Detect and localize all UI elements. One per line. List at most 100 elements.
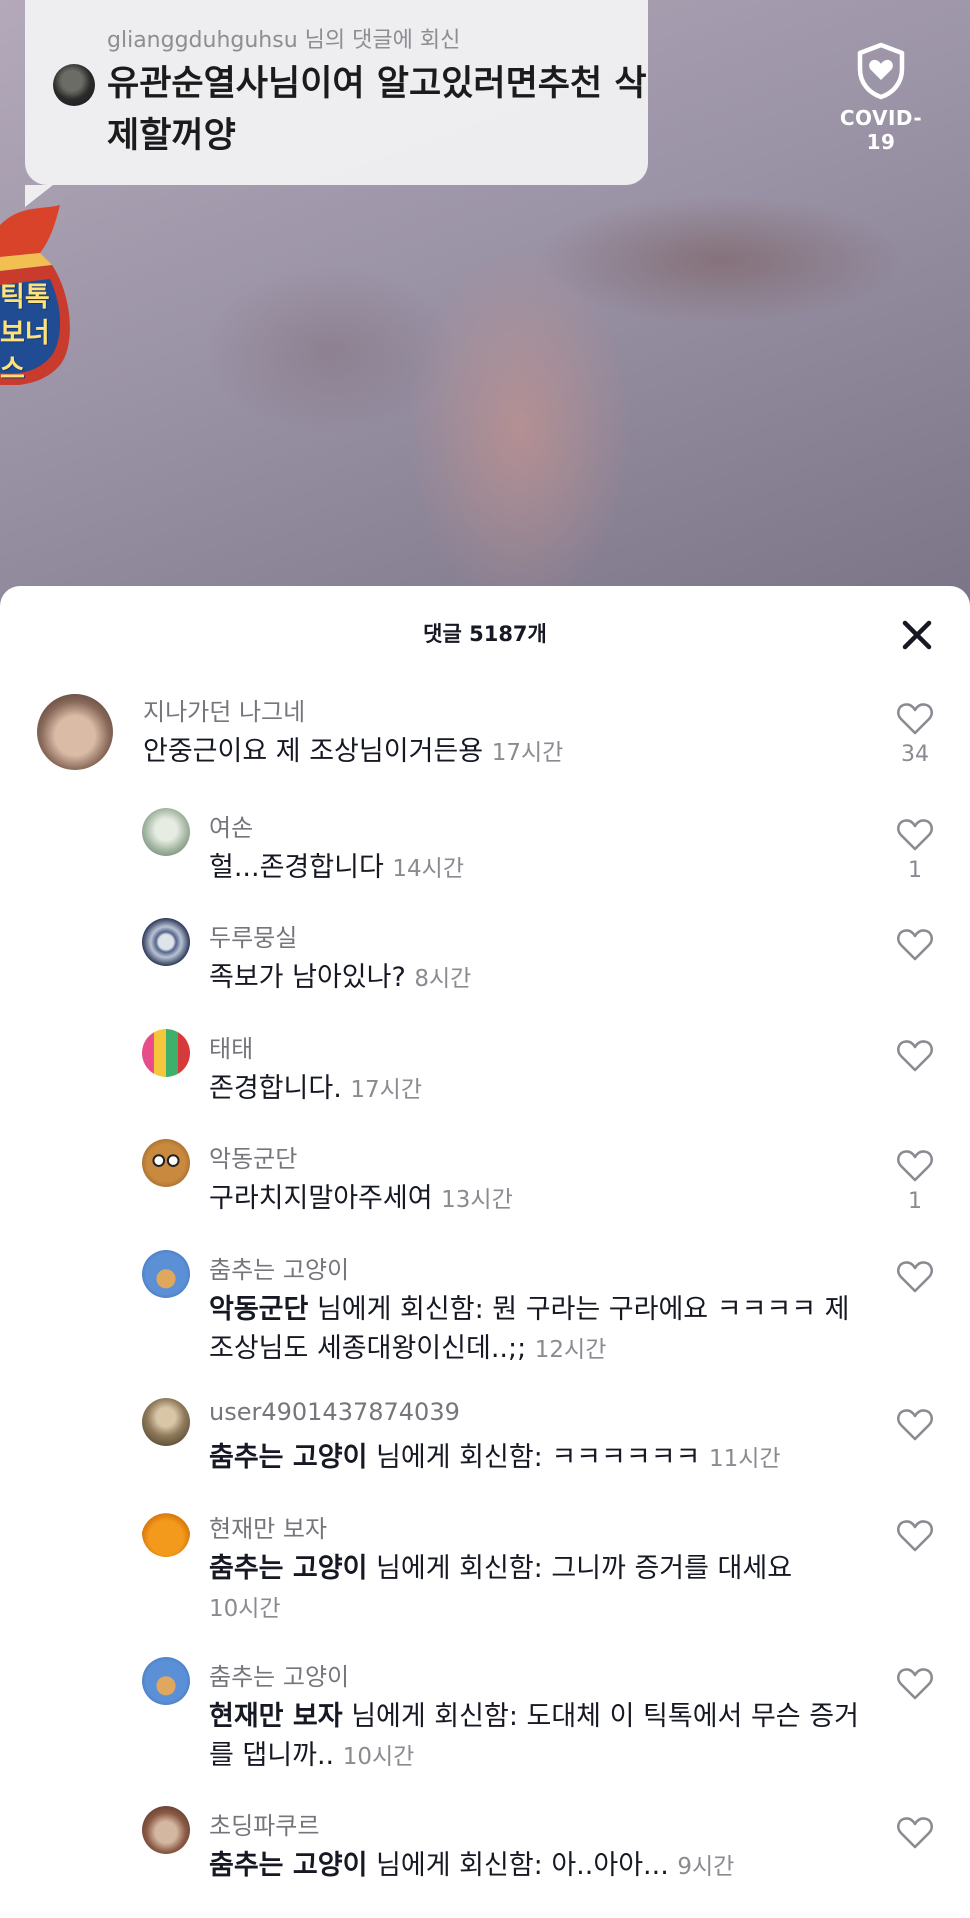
reply-banner-text: 유관순열사님이여 알고있러면추천 삭제할꺼양 (107, 64, 647, 156)
comment-username[interactable]: 춤추는 고양이 (209, 1250, 349, 1285)
comment-item: 여손 헐...존경합니다 14시간 1 (0, 804, 970, 904)
comment-body: 구라치지말아주세여 (209, 1183, 433, 1214)
reply-indicator: 님에게 회신함: (367, 1442, 552, 1473)
comment-item: 두루뭉실 족보가 남아있나? 8시간 (0, 914, 970, 1014)
bonus-bag-line-2: 보너스 (0, 318, 50, 385)
like-button[interactable] (889, 1039, 941, 1079)
heart-icon (896, 1668, 934, 1700)
shield-heart-icon (857, 42, 905, 100)
comment-username[interactable]: 현재만 보자 (209, 1509, 327, 1544)
heart-icon (896, 703, 934, 735)
comment-body: 족보가 남아있나? (209, 962, 406, 993)
comment-count-title: 댓글 5187개 (423, 622, 547, 646)
comment-text: 춤추는 고양이 님에게 회신함: 그니까 증거를 대세요 10시간 (209, 1549, 869, 1629)
reply-mention[interactable]: 춤추는 고양이 (209, 1442, 367, 1473)
like-count: 1 (908, 858, 922, 883)
comment-username[interactable]: 여손 (209, 808, 253, 843)
reply-mention[interactable]: 악동군단 (209, 1294, 308, 1325)
comment-sheet: 댓글 5187개 지나가던 나그네 안중근이요 제 조상님이거든용 17시간 3… (0, 586, 970, 1918)
covid-label: COVID-19 (839, 106, 923, 154)
comment-item: 태태 존경합니다. 17시간 (0, 1025, 970, 1125)
comment-time: 17시간 (350, 1077, 422, 1103)
comment-item: 지나가던 나그네 안중근이요 제 조상님이거든용 17시간 34 (0, 688, 970, 788)
avatar[interactable] (142, 918, 190, 966)
comment-username[interactable]: 춤추는 고양이 (209, 1657, 349, 1692)
comment-item: 현재만 보자 춤추는 고양이 님에게 회신함: 그니까 증거를 대세요 10시간 (0, 1505, 970, 1645)
reply-banner-subtitle: glianggduhguhsu 님의 댓글에 회신 (107, 28, 461, 53)
comment-time: 13시간 (441, 1187, 513, 1213)
bonus-bag-line-1: 틱톡 (0, 282, 50, 313)
comment-text: 헐...존경합니다 14시간 (209, 848, 869, 889)
heart-icon (896, 1520, 934, 1552)
comment-time: 8시간 (414, 966, 472, 992)
like-count: 34 (901, 742, 929, 767)
comment-text: 악동군단 님에게 회신함: 뭔 구라는 구라에요 ㅋㅋㅋㅋ 제 조상님도 세종대… (209, 1290, 869, 1370)
comment-text: 구라치지말아주세여 13시간 (209, 1179, 869, 1220)
reply-mention[interactable]: 춤추는 고양이 (209, 1850, 367, 1881)
comment-username[interactable]: 초딩파쿠르 (209, 1806, 319, 1841)
avatar[interactable] (37, 694, 113, 770)
comment-item: 악동군단 구라치지말아주세여 13시간 1 (0, 1135, 970, 1235)
reply-banner: glianggduhguhsu 님의 댓글에 회신 유관순열사님이여 알고있러면… (25, 0, 648, 207)
like-button[interactable] (889, 928, 941, 968)
like-button[interactable] (889, 1667, 941, 1707)
heart-icon (896, 819, 934, 851)
bonus-bag[interactable]: 틱톡 보너스 (0, 205, 72, 386)
avatar[interactable] (142, 808, 190, 856)
comment-text: 춤추는 고양이 님에게 회신함: ㅋㅋㅋㅋㅋㅋ 11시간 (209, 1438, 869, 1479)
reply-mention[interactable]: 춤추는 고양이 (209, 1553, 367, 1584)
heart-icon (896, 1150, 934, 1182)
avatar[interactable] (142, 1139, 190, 1187)
reply-indicator: 님에게 회신함: (342, 1701, 527, 1732)
like-count: 1 (908, 1189, 922, 1214)
comment-time: 11시간 (708, 1446, 781, 1472)
comment-body: ㅋㅋㅋㅋㅋㅋ (551, 1442, 701, 1473)
heart-icon (896, 1040, 934, 1072)
comment-username[interactable]: 태태 (209, 1029, 253, 1064)
avatar[interactable] (142, 1250, 190, 1298)
reply-mention[interactable]: 현재만 보자 (209, 1701, 343, 1732)
comment-time: 17시간 (491, 740, 564, 766)
heart-icon (896, 929, 934, 961)
comment-body: 존경합니다. (209, 1073, 342, 1104)
comment-item: 춤추는 고양이 악동군단 님에게 회신함: 뭔 구라는 구라에요 ㅋㅋㅋㅋ 제 … (0, 1246, 970, 1386)
comment-text: 존경합니다. 17시간 (209, 1069, 869, 1110)
like-button[interactable]: 1 (889, 1149, 941, 1214)
comment-text: 현재만 보자 님에게 회신함: 도대체 이 틱톡에서 무슨 증거를 댑니까.. … (209, 1697, 869, 1777)
comment-time: 10시간 (209, 1596, 281, 1622)
comment-item: 초딩파쿠르 춤추는 고양이 님에게 회신함: 아..아아... 9시간 (0, 1802, 970, 1902)
heart-icon (896, 1409, 934, 1441)
like-button[interactable] (889, 1260, 941, 1300)
covid-badge[interactable]: COVID-19 (826, 42, 936, 154)
comment-text: 춤추는 고양이 님에게 회신함: 아..아아... 9시간 (209, 1846, 869, 1887)
comment-username[interactable]: user4901437874039 (209, 1398, 460, 1426)
avatar[interactable] (142, 1806, 190, 1854)
like-button[interactable]: 34 (889, 702, 941, 767)
comment-item: 춤추는 고양이 현재만 보자 님에게 회신함: 도대체 이 틱톡에서 무슨 증거… (0, 1653, 970, 1793)
comment-text: 족보가 남아있나? 8시간 (209, 958, 869, 999)
like-button[interactable] (889, 1408, 941, 1448)
like-button[interactable] (889, 1519, 941, 1559)
like-button[interactable] (889, 1816, 941, 1856)
comment-body: 안중근이요 제 조상님이거든용 (143, 736, 484, 767)
reply-indicator: 님에게 회신함: (367, 1850, 552, 1881)
avatar[interactable] (142, 1029, 190, 1077)
heart-icon (896, 1261, 934, 1293)
avatar[interactable] (142, 1398, 190, 1446)
like-button[interactable]: 1 (889, 818, 941, 883)
comment-username[interactable]: 지나가던 나그네 (143, 692, 305, 727)
comment-text: 안중근이요 제 조상님이거든용 17시간 (143, 732, 863, 773)
comment-item: user4901437874039 춤추는 고양이 님에게 회신함: ㅋㅋㅋㅋㅋ… (0, 1394, 970, 1494)
reply-indicator: 님에게 회신함: (308, 1294, 493, 1325)
close-icon[interactable] (900, 618, 934, 652)
comment-username[interactable]: 악동군단 (209, 1139, 297, 1174)
avatar[interactable] (142, 1657, 190, 1705)
avatar[interactable] (142, 1509, 190, 1557)
comment-time: 10시간 (342, 1744, 415, 1770)
comment-username[interactable]: 두루뭉실 (209, 918, 297, 953)
reply-indicator: 님에게 회신함: (367, 1553, 552, 1584)
comment-body: 아..아아... (551, 1850, 669, 1881)
reply-banner-avatar (53, 64, 95, 106)
heart-icon (896, 1817, 934, 1849)
comment-body: 헐...존경합니다 (209, 852, 384, 883)
